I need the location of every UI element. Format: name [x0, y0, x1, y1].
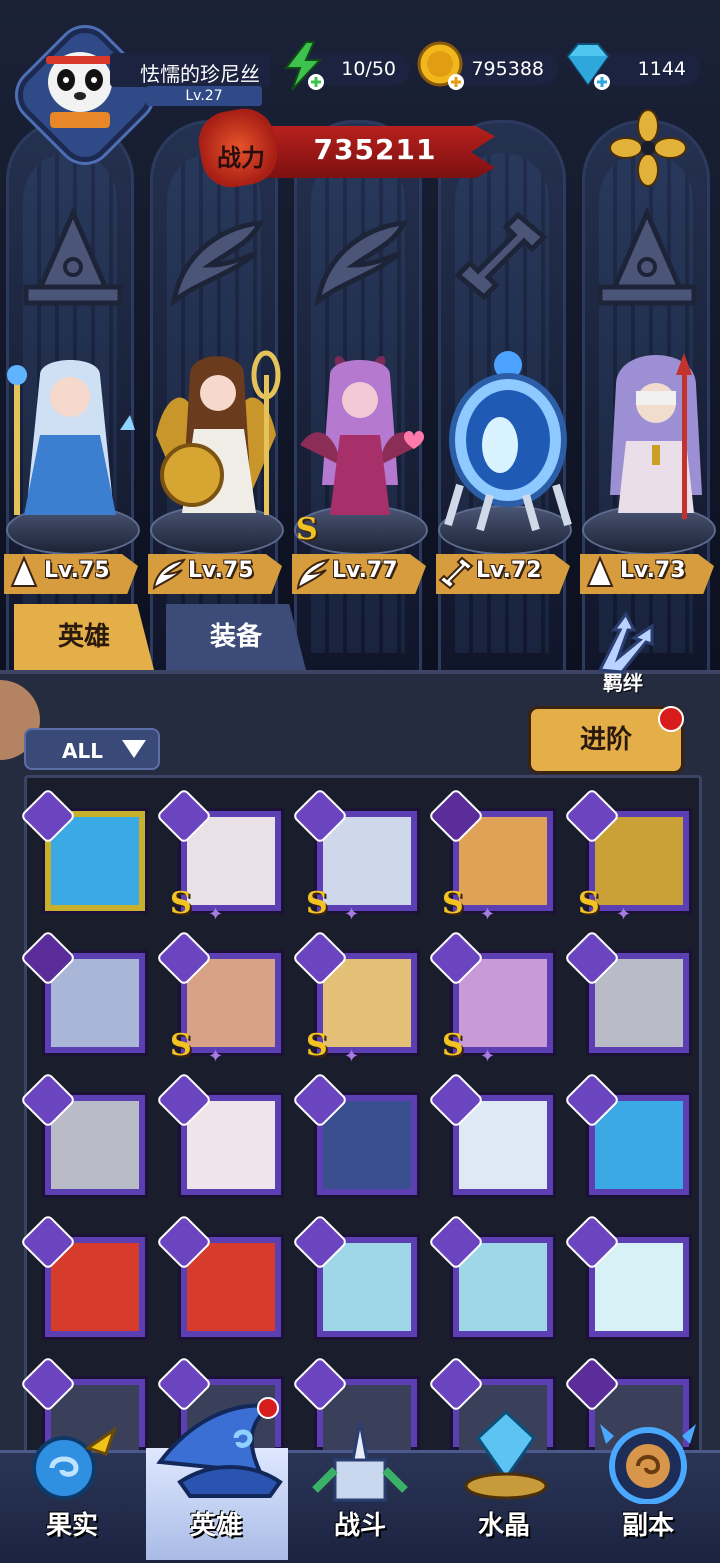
mage-hat-icon: [586, 556, 614, 587]
star-rank: ✦: [208, 904, 224, 925]
star-rank: ✦: [480, 1046, 496, 1067]
ice-queen-hero[interactable]: [0, 345, 140, 545]
notification-dot: [658, 706, 684, 732]
hero-portrait: [323, 959, 411, 1047]
hero-level: Lv.72: [476, 558, 542, 583]
star-rank: ✦: [208, 1046, 224, 1067]
nav-crystal[interactable]: 水晶: [432, 1505, 576, 1542]
hero-portrait: [323, 817, 411, 905]
s-rank-badge: S: [306, 886, 328, 921]
hero-portrait: [51, 1101, 139, 1189]
mage-hat-icon: [597, 206, 697, 306]
tank-android-hero[interactable]: [440, 345, 580, 545]
s-rank-badge: S: [296, 512, 318, 547]
gold-coin-add-icon[interactable]: [416, 40, 468, 92]
hero-level: Lv.73: [620, 558, 686, 583]
player-level: Lv.27: [146, 86, 262, 106]
hero-portrait: [187, 1101, 275, 1189]
hero-portrait: [187, 1243, 275, 1331]
nav-heroes[interactable]: 英雄: [144, 1505, 288, 1542]
s-rank-badge: S: [578, 886, 600, 921]
power-label: 战力: [217, 144, 265, 172]
fruit-icon[interactable]: [22, 1420, 122, 1504]
hero-level: Lv.77: [332, 558, 398, 583]
diamond-add-icon[interactable]: [560, 40, 616, 92]
crystal-icon[interactable]: [456, 1408, 556, 1504]
wrench-icon: [438, 556, 474, 590]
hero-portrait: [323, 1101, 411, 1189]
wing-icon: [152, 558, 186, 590]
hero-portrait: [51, 817, 139, 905]
hero-portrait: [459, 959, 547, 1047]
wing-icon: [314, 220, 409, 307]
hero-wizard-hat-icon[interactable]: [150, 1392, 290, 1502]
mage-hat-icon: [23, 206, 123, 306]
tab-equipment[interactable]: 装备: [166, 604, 306, 670]
hero-portrait: [595, 1101, 683, 1189]
hero-portrait: [595, 1243, 683, 1331]
wrench-icon: [454, 211, 548, 301]
star-rank: ✦: [344, 904, 360, 925]
hero-level: Lv.75: [44, 558, 110, 583]
chevron-down-icon[interactable]: [120, 738, 148, 760]
s-rank-badge: S: [306, 1028, 328, 1063]
hero-portrait: [187, 959, 275, 1047]
s-rank-badge: S: [442, 1028, 464, 1063]
hero-portrait: [187, 817, 275, 905]
hero-portrait: [459, 817, 547, 905]
mage-hat-icon: [10, 556, 38, 587]
s-rank-badge: S: [442, 886, 464, 921]
hero-level: Lv.75: [188, 558, 254, 583]
battle-sword-icon[interactable]: [305, 1420, 415, 1504]
s-rank-badge: S: [170, 1028, 192, 1063]
wing-icon: [296, 558, 330, 590]
wing-icon: [170, 220, 265, 307]
settings-flower-icon[interactable]: [608, 108, 688, 188]
hero-portrait: [459, 1101, 547, 1189]
hero-portrait: [51, 959, 139, 1047]
s-rank-badge: S: [170, 886, 192, 921]
bond-label[interactable]: 羁绊: [588, 667, 658, 696]
nav-fruit[interactable]: 果实: [0, 1505, 144, 1542]
golden-goddess-hero[interactable]: [146, 345, 286, 545]
hero-portrait: [595, 817, 683, 905]
nun-hero[interactable]: [586, 345, 720, 545]
tab-heroes[interactable]: 英雄: [14, 604, 154, 670]
player-name: 怯懦的珍尼丝: [140, 62, 260, 86]
star-rank: ✦: [344, 1046, 360, 1067]
star-rank: ✦: [480, 904, 496, 925]
hero-portrait: [595, 959, 683, 1047]
star-rank: ✦: [616, 904, 632, 925]
hero-portrait: [323, 1243, 411, 1331]
nav-dungeon[interactable]: 副本: [576, 1505, 720, 1542]
nav-battle[interactable]: 战斗: [288, 1505, 432, 1542]
hero-portrait: [459, 1243, 547, 1331]
hero-portrait: [51, 1243, 139, 1331]
energy-add-icon[interactable]: [278, 40, 328, 92]
dungeon-portal-icon[interactable]: [596, 1414, 700, 1504]
power-value: 735211: [313, 133, 437, 166]
